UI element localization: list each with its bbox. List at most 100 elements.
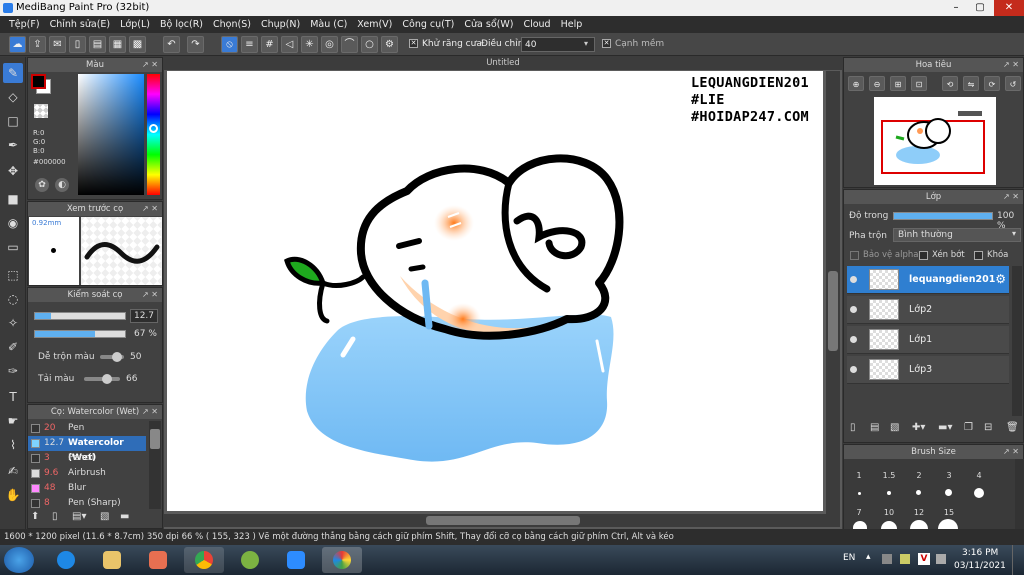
taskbar-chrome[interactable]: [184, 547, 224, 573]
brush-item[interactable]: 8 Pen (Sharp): [28, 496, 146, 509]
delete-layer-icon[interactable]: 🗑: [1006, 422, 1019, 433]
menu-color[interactable]: Màu (C): [305, 19, 352, 30]
snap-off-icon[interactable]: ⦸: [221, 36, 238, 53]
radial-snap-icon[interactable]: ✳: [301, 36, 318, 53]
drawing-canvas[interactable]: LEQUANGDIEN201 #LIE #HOIDAP247.COM: [167, 71, 823, 511]
hand-tool-icon[interactable]: ✋: [3, 485, 23, 505]
taskbar-medibang[interactable]: [322, 547, 362, 573]
clipping-checkbox[interactable]: [919, 251, 928, 260]
tray-volume-icon[interactable]: [936, 554, 946, 564]
tray-app-icon[interactable]: [900, 554, 910, 564]
comment-icon[interactable]: ✉: [49, 36, 66, 53]
magic-wand-tool-icon[interactable]: ✧: [3, 313, 23, 333]
divide-tool-icon[interactable]: ⌇: [3, 435, 23, 455]
transparent-color-swatch[interactable]: [34, 104, 48, 118]
clock-date[interactable]: 03/11/2021: [954, 561, 1006, 571]
brush-settings-icon[interactable]: ▤▾: [72, 511, 86, 522]
export-icon[interactable]: ▦: [109, 36, 126, 53]
perspective-snap-icon[interactable]: ◁: [281, 36, 298, 53]
language-indicator[interactable]: EN: [843, 553, 855, 563]
clock-time[interactable]: 3:16 PM: [962, 548, 998, 558]
menu-edit[interactable]: Chỉnh sửa(E): [45, 19, 116, 30]
gradient-tool-icon[interactable]: ▭: [3, 237, 23, 257]
layer-opacity-slider[interactable]: [893, 212, 993, 220]
taskbar-ie[interactable]: [46, 547, 86, 573]
brush-item[interactable]: 12.7 Watercolor (Wet): [28, 436, 146, 463]
menu-tools[interactable]: Công cụ(T): [397, 19, 459, 30]
lasso-tool-icon[interactable]: ◌: [3, 289, 23, 309]
brush-new-icon[interactable]: ▯: [52, 511, 58, 522]
brush-item[interactable]: 20 Pen: [28, 421, 146, 436]
brush-list-scroll-thumb[interactable]: [150, 429, 160, 449]
eyedropper-tool-icon[interactable]: ✍: [3, 461, 23, 481]
eraser-tool-icon[interactable]: ◇: [3, 87, 23, 107]
actual-size-icon[interactable]: ⊡: [911, 76, 927, 91]
mix-slider[interactable]: [100, 352, 124, 362]
layer-settings-icon[interactable]: ⚙: [995, 272, 1006, 286]
add-layer-menu-icon[interactable]: ✚▾: [912, 422, 925, 433]
reset-view-icon[interactable]: ↺: [1005, 76, 1021, 91]
move-tool-icon[interactable]: ✥: [3, 161, 23, 181]
parallel-snap-icon[interactable]: ≡: [241, 36, 258, 53]
grid-icon[interactable]: ▩: [129, 36, 146, 53]
rotate-left-icon[interactable]: ⟲: [942, 76, 958, 91]
rect-shape-tool-icon[interactable]: □: [3, 111, 23, 131]
saturation-value-picker[interactable]: [78, 74, 144, 195]
upload-icon[interactable]: ⇪: [29, 36, 46, 53]
size-dot[interactable]: [916, 490, 921, 495]
visibility-eye-icon[interactable]: [850, 276, 857, 283]
size-dot[interactable]: [945, 489, 952, 496]
layer-row[interactable]: Lớp2: [847, 296, 1009, 324]
duplicate-layer-icon[interactable]: ❐: [964, 422, 973, 433]
fit-icon[interactable]: ⊞: [890, 76, 906, 91]
blend-mode-select[interactable]: Bình thường ▾: [893, 228, 1021, 242]
operation-tool-icon[interactable]: ☛: [3, 411, 23, 431]
vertical-scroll-thumb[interactable]: [828, 271, 838, 351]
brush-item[interactable]: 3 Pencil: [28, 451, 146, 466]
tray-vivaldi-icon[interactable]: V: [918, 553, 930, 565]
tray-chevron-icon[interactable]: ▴: [866, 552, 871, 562]
horizontal-scrollbar[interactable]: [164, 514, 826, 527]
menu-cloud[interactable]: Cloud: [518, 19, 555, 30]
layer-row[interactable]: lequangdien201 ⚙: [847, 266, 1009, 294]
layer-row[interactable]: Lớp3: [847, 356, 1009, 384]
menu-window[interactable]: Cửa sổ(W): [459, 19, 518, 30]
settings-icon[interactable]: ⚙: [381, 36, 398, 53]
fill-rect-tool-icon[interactable]: ■: [3, 189, 23, 209]
hue-slider[interactable]: [147, 74, 160, 195]
new-file-icon[interactable]: ▯: [69, 36, 86, 53]
taskbar-zoom[interactable]: [276, 547, 316, 573]
foreground-color-swatch[interactable]: [31, 74, 46, 89]
size-dot[interactable]: [858, 492, 861, 495]
merge-layer-icon[interactable]: ⊟: [984, 422, 992, 433]
hue-handle[interactable]: [149, 124, 158, 133]
visibility-eye-icon[interactable]: [850, 366, 857, 373]
correction-select[interactable]: 40 ▾: [521, 37, 595, 52]
taskbar-media[interactable]: [138, 547, 178, 573]
panel-menu-icon[interactable]: ↗ ✕: [142, 288, 158, 302]
menu-layer[interactable]: Lớp(L): [115, 19, 155, 30]
visibility-eye-icon[interactable]: [850, 336, 857, 343]
bucket-tool-icon[interactable]: ◉: [3, 213, 23, 233]
select-pen-tool-icon[interactable]: ✐: [3, 337, 23, 357]
new-8bit-layer-icon[interactable]: ▧: [890, 422, 899, 433]
new-layer-icon[interactable]: ▯: [850, 422, 856, 433]
minimize-button[interactable]: –: [944, 0, 968, 16]
brush-add-icon[interactable]: ⬆: [31, 511, 39, 522]
mix-handle[interactable]: [112, 352, 122, 362]
layer-folder-icon[interactable]: ▬▾: [938, 422, 952, 433]
lock-checkbox[interactable]: [974, 251, 983, 260]
select-eraser-tool-icon[interactable]: ✑: [3, 361, 23, 381]
visibility-eye-icon[interactable]: [850, 306, 857, 313]
brush-size-field[interactable]: 12.7: [130, 309, 158, 323]
brush-opacity-slider[interactable]: [34, 330, 126, 338]
size-dot[interactable]: [974, 488, 984, 498]
select-tool-icon[interactable]: ⬚: [3, 265, 23, 285]
maximize-button[interactable]: ▢: [968, 0, 992, 16]
tray-network-icon[interactable]: [882, 554, 892, 564]
amount-handle[interactable]: [102, 374, 112, 384]
flip-icon[interactable]: ⇋: [963, 76, 979, 91]
start-button[interactable]: [4, 547, 34, 573]
brush-item[interactable]: 9.6 Airbrush: [28, 466, 146, 481]
menu-snap[interactable]: Chụp(N): [256, 19, 305, 30]
